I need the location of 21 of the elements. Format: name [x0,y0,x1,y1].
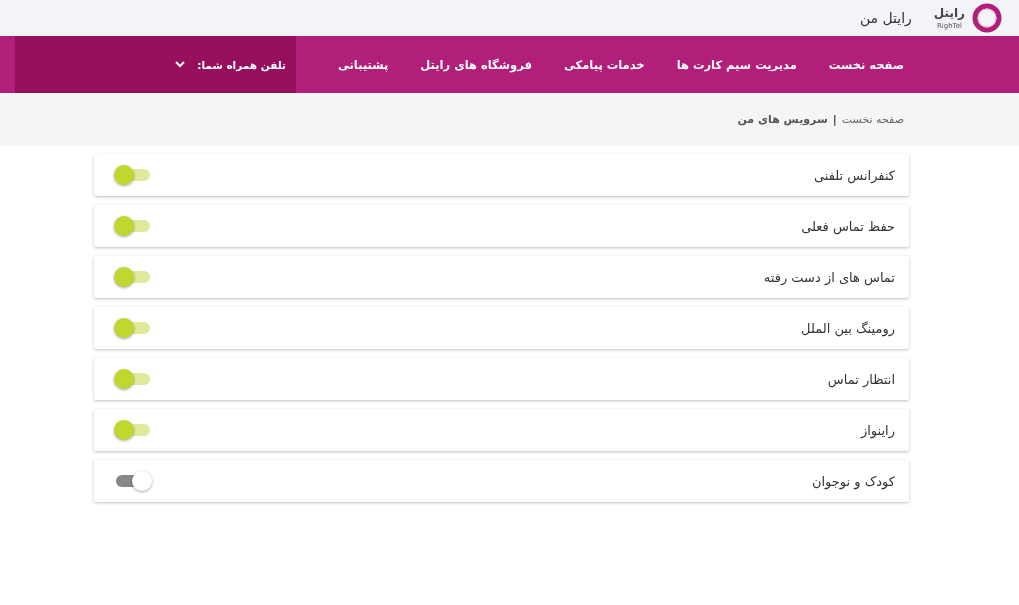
nav-link[interactable]: فروشگاه های رایتل [420,57,532,72]
site-title: رایتل من [859,10,912,26]
service-label: انتظار تماس [827,371,895,387]
service-label: کودک و نوجوان [811,473,895,489]
phone-selector[interactable]: تلفن همراه شما: [14,36,296,93]
nav-link[interactable]: صفحه نخست [828,57,904,72]
ring-logo-icon [971,2,1003,34]
breadcrumb-current: سرویس های من [737,113,828,126]
chevron-down-icon [174,61,185,68]
service-label: حفظ تماس فعلی [801,218,895,234]
nav-link[interactable]: پشتیبانی [337,57,389,72]
service-label: تماس های از دست رفته [763,269,895,285]
service-label: رومینگ بین الملل [801,320,895,336]
service-label: کنفرانس تلفنی [813,167,895,183]
breadcrumb-separator: | [832,113,837,126]
phone-label: تلفن همراه شما: [197,58,286,71]
breadcrumb-link[interactable]: صفحه نخست [841,113,904,126]
nav-link[interactable]: مدیریت سیم کارت ها [676,57,797,72]
logo-text: رایتل [933,6,965,21]
service-label: راینواز [860,422,895,438]
nav-link[interactable]: خدمات پیامکی [563,57,645,72]
